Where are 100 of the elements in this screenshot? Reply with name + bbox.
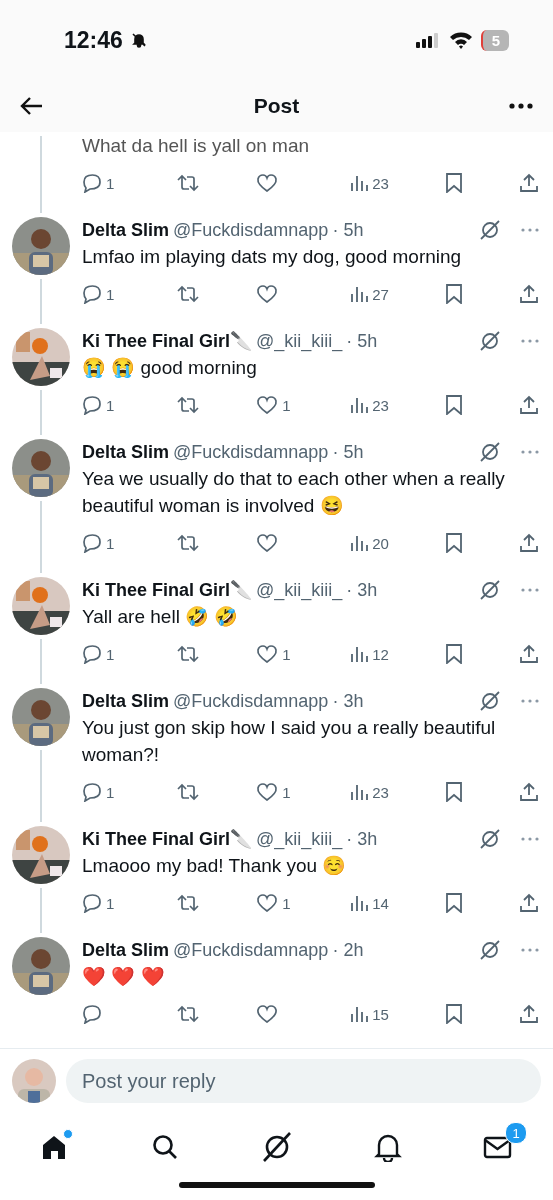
reply-button[interactable]: 1 <box>82 782 120 802</box>
share-icon[interactable] <box>519 1004 539 1024</box>
author-name[interactable]: Delta Slim <box>82 939 170 961</box>
messages-icon[interactable] <box>483 1134 513 1160</box>
like-button[interactable]: 1 <box>256 782 295 802</box>
repost-icon[interactable] <box>176 173 201 193</box>
bookmark-icon[interactable] <box>444 644 463 664</box>
author-handle[interactable]: @Fuckdisdamnapp <box>173 441 329 463</box>
repost-icon[interactable] <box>176 284 201 304</box>
status-time: 12:46 <box>64 26 123 54</box>
share-icon[interactable] <box>519 533 539 553</box>
grok-icon[interactable] <box>260 1131 293 1163</box>
repost-icon[interactable] <box>176 395 201 415</box>
share-icon[interactable] <box>519 284 539 304</box>
header-title: Post <box>253 94 300 118</box>
reply-button[interactable]: 1 <box>82 533 120 553</box>
notifications-icon[interactable] <box>373 1132 402 1162</box>
view-count: 23 <box>372 783 389 801</box>
author-handle[interactable]: @_kii_kiii_ <box>256 579 343 601</box>
share-icon[interactable] <box>519 173 539 193</box>
post-time: · 5h <box>332 219 364 241</box>
view-count: 12 <box>372 645 389 663</box>
reply-button[interactable]: 1 <box>82 395 120 415</box>
reply-button[interactable]: 1 <box>82 173 120 193</box>
post-time: · 3h <box>346 579 378 601</box>
views-icon[interactable] <box>350 396 369 414</box>
views-icon[interactable] <box>350 783 369 801</box>
like-button[interactable]: 1 <box>256 644 295 664</box>
battery-level: 5 <box>480 29 509 51</box>
bookmark-icon[interactable] <box>444 782 463 802</box>
grok-icon[interactable] <box>479 690 501 712</box>
share-icon[interactable] <box>519 782 539 802</box>
repost-icon[interactable] <box>176 644 201 664</box>
post-text: Yall are hell 🤣 🤣 <box>82 605 240 629</box>
share-icon[interactable] <box>519 644 539 664</box>
post-time: · 3h <box>332 690 364 712</box>
view-count: 20 <box>372 534 389 552</box>
back-arrow-icon[interactable] <box>20 96 44 116</box>
grok-icon[interactable] <box>479 441 501 463</box>
author-handle[interactable]: @Fuckdisdamnapp <box>173 690 329 712</box>
reply-field[interactable]: Post your reply <box>66 1059 541 1103</box>
author-name[interactable]: Ki Thee Final Girl🔪 <box>82 579 253 601</box>
post-time: · 5h <box>332 441 364 463</box>
signal-icon <box>414 32 441 48</box>
views-icon[interactable] <box>350 645 369 663</box>
share-icon[interactable] <box>519 893 539 913</box>
author-name[interactable]: Ki Thee Final Girl🔪 <box>82 330 253 352</box>
bookmark-icon[interactable] <box>444 893 463 913</box>
author-name[interactable]: Delta Slim <box>82 690 170 712</box>
grok-icon[interactable] <box>479 939 501 961</box>
views-icon[interactable] <box>350 894 369 912</box>
bookmark-icon[interactable] <box>444 284 463 304</box>
wifi-icon <box>448 31 473 49</box>
bookmark-icon[interactable] <box>444 173 463 193</box>
author-name[interactable]: Delta Slim <box>82 441 170 463</box>
view-count: 15 <box>372 1005 389 1023</box>
grok-icon[interactable] <box>479 579 501 601</box>
more-icon[interactable] <box>509 103 533 109</box>
author-name[interactable]: Delta Slim <box>82 219 170 241</box>
views-icon[interactable] <box>350 174 369 192</box>
post-text: ❤ ❤ ❤ <box>82 965 166 989</box>
author-handle[interactable]: @_kii_kiii_ <box>256 828 343 850</box>
reply-button[interactable]: 1 <box>82 284 120 304</box>
author-handle[interactable]: @Fuckdisdamnapp <box>173 939 329 961</box>
view-count: 14 <box>372 894 389 912</box>
views-icon[interactable] <box>350 534 369 552</box>
post-text: Yea we usually do that to each other when a really beautiful woman is involved 😆 <box>82 467 506 518</box>
view-count: 23 <box>372 174 389 192</box>
post-time: · 2h <box>332 939 364 961</box>
post-time: · 3h <box>346 828 378 850</box>
view-count: 23 <box>372 396 389 414</box>
repost-icon[interactable] <box>176 893 201 913</box>
post-text: Lmaooo my bad! Thank you ☺ <box>82 854 348 878</box>
post-text: What da hell is yall on man <box>82 134 311 158</box>
muted-bell-icon <box>130 32 147 48</box>
repost-icon[interactable] <box>176 1004 201 1024</box>
like-button[interactable]: 1 <box>256 395 295 415</box>
grok-icon[interactable] <box>479 828 501 850</box>
view-count: 27 <box>372 285 389 303</box>
repost-icon[interactable] <box>176 533 201 553</box>
unread-badge: 1 <box>505 1122 527 1144</box>
repost-icon[interactable] <box>176 782 201 802</box>
post-time: · 5h <box>346 330 378 352</box>
post-text: Lmfao im playing dats my dog, good morning <box>82 245 463 269</box>
bookmark-icon[interactable] <box>444 395 463 415</box>
grok-icon[interactable] <box>479 330 501 352</box>
reply-button[interactable]: 1 <box>82 644 120 664</box>
views-icon[interactable] <box>350 285 369 303</box>
author-handle[interactable]: @Fuckdisdamnapp <box>173 219 329 241</box>
views-icon[interactable] <box>350 1005 369 1023</box>
bookmark-icon[interactable] <box>444 533 463 553</box>
post-text: 😭 😭 good morning <box>82 356 258 380</box>
like-button[interactable]: 1 <box>256 893 295 913</box>
author-handle[interactable]: @_kii_kiii_ <box>256 330 343 352</box>
grok-icon[interactable] <box>479 219 501 241</box>
author-name[interactable]: Ki Thee Final Girl🔪 <box>82 828 253 850</box>
post-text: You just gon skip how I said you a really beautiful woman?! <box>82 716 497 767</box>
bookmark-icon[interactable] <box>444 1004 463 1024</box>
reply-button[interactable]: 1 <box>82 893 120 913</box>
share-icon[interactable] <box>519 395 539 415</box>
